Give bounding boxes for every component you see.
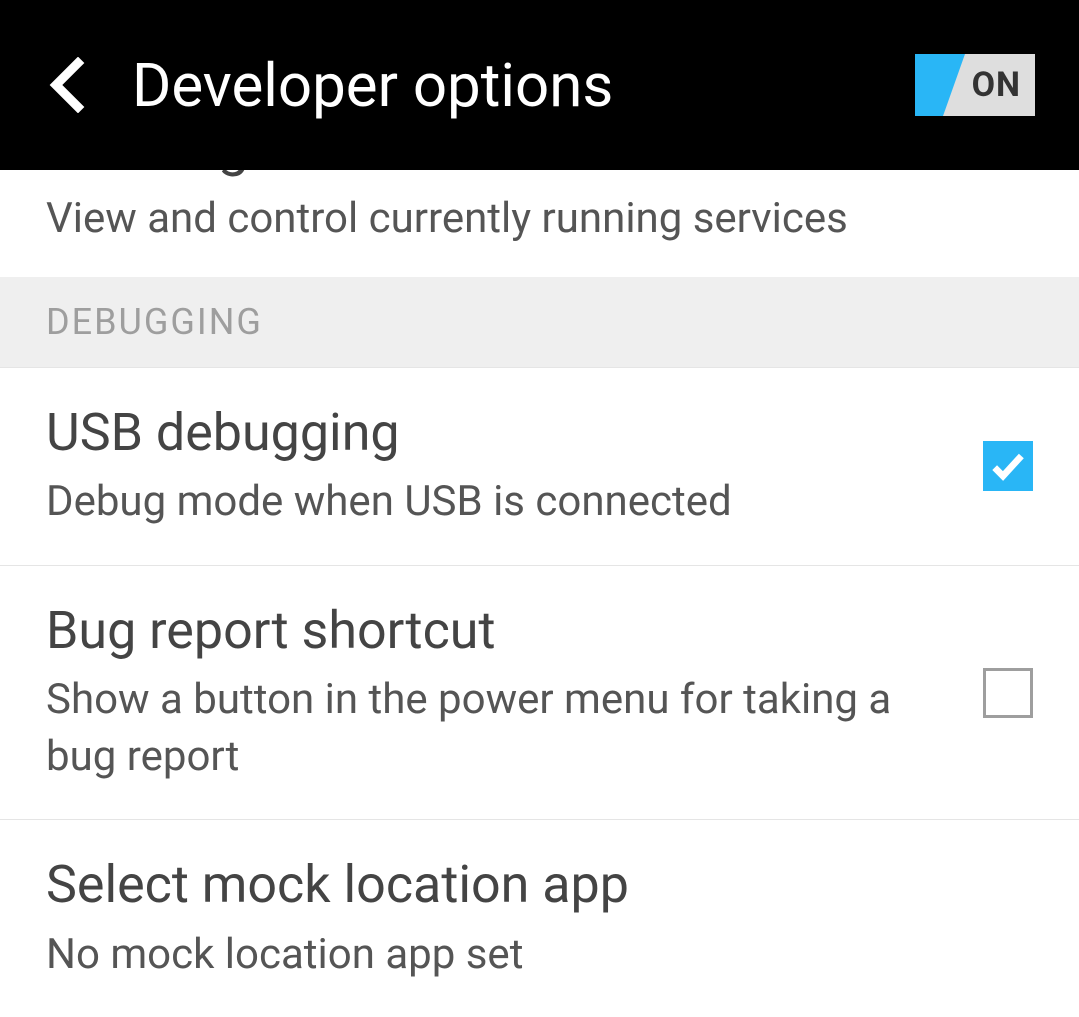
- item-title: Running services: [46, 170, 1033, 178]
- item-subtitle: Show a button in the power menu for taki…: [46, 672, 963, 785]
- item-subtitle: No mock location app set: [46, 927, 1013, 984]
- toggle-label: ON: [972, 65, 1035, 105]
- checkbox-usb-debugging[interactable]: [983, 441, 1033, 491]
- item-title: Select mock location app: [46, 854, 1013, 916]
- setting-running-services[interactable]: Running services View and control curren…: [0, 170, 1079, 277]
- setting-mock-location[interactable]: Select mock location app No mock locatio…: [0, 820, 1079, 1017]
- setting-usb-debugging[interactable]: USB debugging Debug mode when USB is con…: [0, 368, 1079, 566]
- settings-list[interactable]: Running services View and control curren…: [0, 170, 1079, 1017]
- item-title: Bug report shortcut: [46, 600, 963, 662]
- item-subtitle: View and control currently running servi…: [46, 192, 1033, 247]
- master-toggle[interactable]: ON: [915, 54, 1035, 116]
- checkbox-bug-report[interactable]: [983, 668, 1033, 718]
- page-title: Developer options: [132, 50, 915, 121]
- item-title: USB debugging: [46, 402, 963, 464]
- app-header: Developer options ON: [0, 0, 1079, 170]
- setting-bug-report-shortcut[interactable]: Bug report shortcut Show a button in the…: [0, 566, 1079, 821]
- section-header-debugging: DEBUGGING: [0, 277, 1079, 368]
- item-subtitle: Debug mode when USB is connected: [46, 474, 963, 531]
- back-icon[interactable]: [44, 57, 92, 113]
